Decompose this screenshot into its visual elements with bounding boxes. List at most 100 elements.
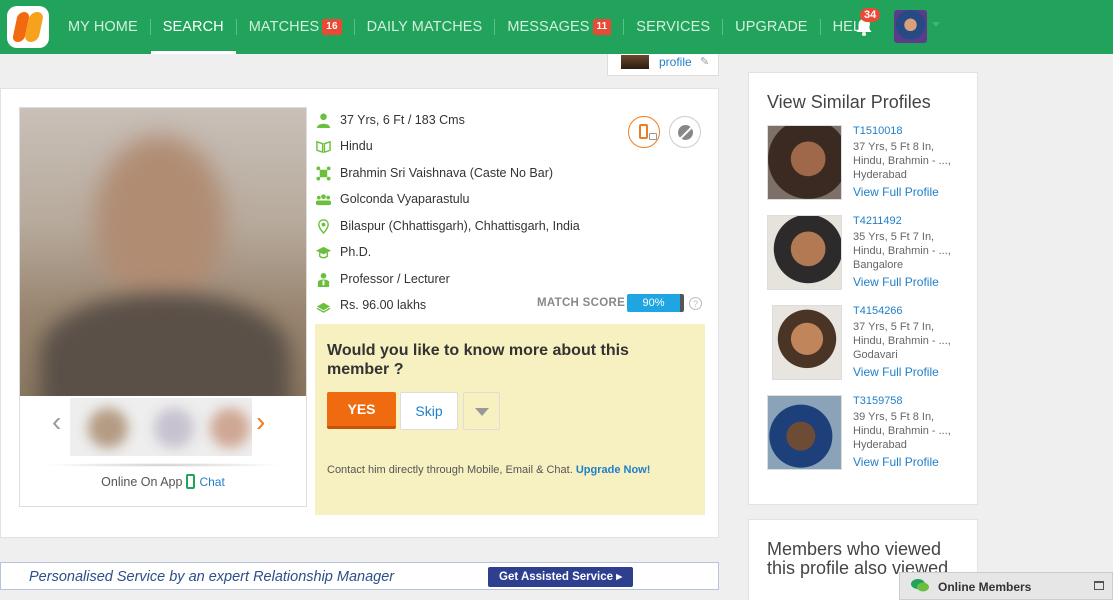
upgrade-link[interactable]: Upgrade Now! [576,464,651,476]
detail-text: Hindu [340,139,373,153]
chat-link[interactable]: Chat [199,475,224,489]
brand-logo[interactable] [7,6,49,48]
view-full-profile-link[interactable]: View Full Profile [853,275,939,289]
help-icon[interactable]: ? [689,297,702,310]
banner-text: Personalised Service by an expert Relati… [29,569,395,585]
thumbnail[interactable] [210,408,250,448]
similar-profiles-card: View Similar Profiles T1510018 37 Yrs, 5… [748,72,978,505]
user-avatar[interactable] [894,10,927,43]
profile-thumb [621,55,649,69]
online-label: Online On App [101,475,183,489]
chat-bubbles-icon [911,579,929,592]
nav-label: MATCHES [248,19,320,35]
nav-label: MESSAGES [507,19,590,35]
detail-profession: Professor / Lecturer [315,269,450,289]
location-icon [315,218,331,234]
skip-button[interactable]: Skip [400,392,458,430]
assisted-service-banner: Personalised Service by an expert Relati… [0,562,719,590]
profile-id-link[interactable]: T3159758 [853,395,903,407]
interest-question: Would you like to know more about this m… [327,342,629,378]
profile-id-link[interactable]: T1510018 [853,125,903,137]
similar-profile-photo[interactable] [767,215,842,290]
profile-summary: 39 Yrs, 5 Ft 8 In, [853,411,935,423]
detail-text: Brahmin Sri Vaishnava (Caste No Bar) [340,166,554,180]
profile-summary: Hyderabad [853,439,907,451]
match-score-label: MATCH SCORE [537,297,626,309]
similar-profile-item: T1510018 37 Yrs, 5 Ft 8 In, Hindu, Brahm… [767,125,972,205]
nav-label: MY HOME [68,19,138,35]
messages-count-badge: 11 [592,19,612,35]
detail-caste: Brahmin Sri Vaishnava (Caste No Bar) [315,163,553,183]
profile-summary: 35 Yrs, 5 Ft 7 In, [853,231,935,243]
nav-daily-matches[interactable]: DAILY MATCHES [355,0,495,54]
profile-link[interactable]: profile [659,55,692,69]
detail-religion: Hindu [315,136,373,156]
similar-profile-item: T3159758 39 Yrs, 5 Ft 8 In, Hindu, Brahm… [767,395,972,475]
view-full-profile-link[interactable]: View Full Profile [853,365,939,379]
nav-search[interactable]: SEARCH [150,0,236,54]
chevron-left-icon[interactable]: ‹ [52,406,61,438]
similar-profile-photo[interactable] [767,125,842,200]
match-score-bar: 90% [627,294,684,312]
nav-upgrade[interactable]: UPGRADE [723,0,819,54]
horoscope-button[interactable] [669,116,701,148]
nav-label: SERVICES [636,19,711,35]
online-members-widget[interactable]: Online Members [899,572,1113,600]
photo-gallery: ‹ › Online On App Chat [19,107,307,507]
view-full-profile-link[interactable]: View Full Profile [853,455,939,469]
profile-id-link[interactable]: T4211492 [853,215,902,227]
mobile-locked-button[interactable] [628,116,660,148]
nav-messages[interactable]: MESSAGES 11 [495,0,623,54]
nav-menu: MY HOME SEARCH MATCHES 16 DAILY MATCHES M… [56,0,883,54]
detail-location: Bilaspur (Chhattisgarh), Chhattisgarh, I… [315,216,580,236]
detail-text: Ph.D. [340,245,372,259]
similar-profile-photo[interactable] [772,305,842,380]
top-nav: MY HOME SEARCH MATCHES 16 DAILY MATCHES M… [0,0,1113,54]
profession-icon [315,271,331,287]
lock-icon [649,133,657,140]
religion-icon [315,138,331,154]
thumbnails [70,398,252,456]
detail-text: Rs. 96.00 lakhs [340,298,427,312]
detail-education: Ph.D. [315,242,371,262]
caste-icon [315,165,331,181]
contact-text: Contact him directly through Mobile, Ema… [327,464,573,476]
chevron-down-icon[interactable] [932,22,940,27]
thumbnail[interactable] [88,408,128,448]
detail-text: Bilaspur (Chhattisgarh), Chhattisgarh, I… [340,219,580,233]
minimize-icon[interactable] [1094,581,1104,590]
profile-summary: Hindu, Brahmin - ..., [853,245,951,257]
nav-label: UPGRADE [735,19,808,35]
nav-matches[interactable]: MATCHES 16 [237,0,354,54]
caret-down-icon [475,408,489,416]
nav-my-home[interactable]: MY HOME [56,0,150,54]
similar-profile-item: T4154266 37 Yrs, 5 Ft 7 In, Hindu, Brahm… [767,305,972,385]
profile-summary: 37 Yrs, 5 Ft 7 In, [853,321,935,333]
assisted-service-button[interactable]: Get Assisted Service ▸ [488,567,633,587]
yes-button[interactable]: YES [327,392,396,429]
profile-id-link[interactable]: T4154266 [853,305,903,317]
income-icon [315,297,331,313]
profile-summary: Godavari [853,349,898,361]
education-icon [315,244,331,260]
edit-icon[interactable]: ✎ [700,55,709,68]
profile-photo[interactable] [20,108,306,396]
detail-age-height: 37 Yrs, 6 Ft / 183 Cms [315,110,465,130]
community-icon [315,191,331,207]
online-status: Online On App Chat [20,474,306,489]
detail-text: Golconda Vyaparastulu [340,192,470,206]
contact-info: Contact him directly through Mobile, Ema… [327,464,650,476]
detail-text: 37 Yrs, 6 Ft / 183 Cms [340,113,465,127]
thumbnail[interactable] [154,408,194,448]
online-members-label: Online Members [938,580,1032,594]
nav-services[interactable]: SERVICES [624,0,722,54]
view-full-profile-link[interactable]: View Full Profile [853,185,939,199]
more-options-button[interactable] [463,392,500,430]
person-icon [315,112,331,128]
similar-profile-photo[interactable] [767,395,842,470]
profile-summary: Hyderabad [853,169,907,181]
similar-profiles-title: View Similar Profiles [767,92,931,112]
profile-summary: Hindu, Brahmin - ..., [853,155,951,167]
nav-label: SEARCH [162,19,224,35]
chevron-right-icon[interactable]: › [256,406,265,438]
